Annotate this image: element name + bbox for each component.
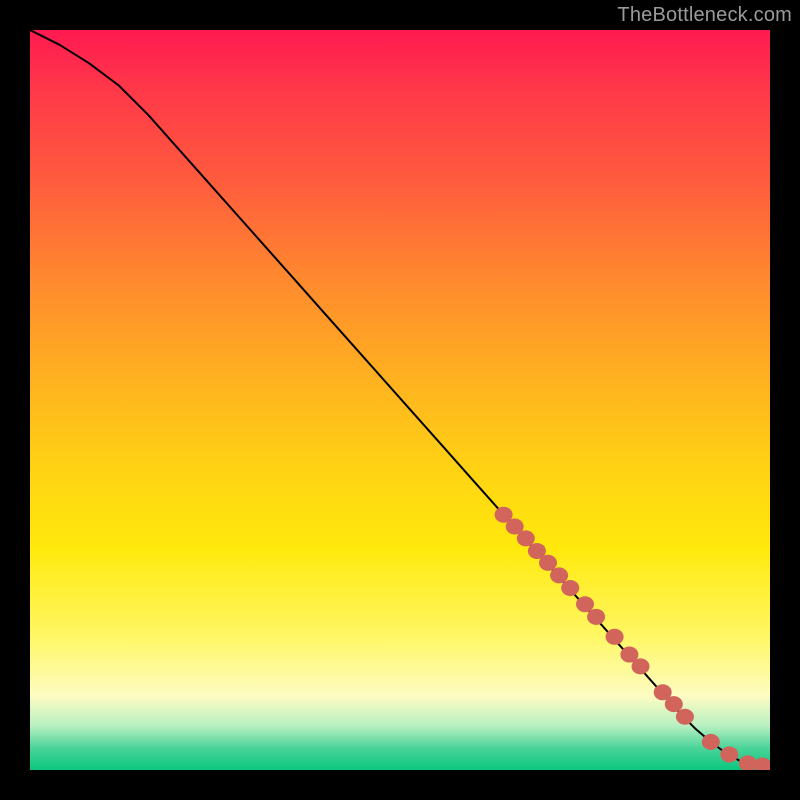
chart-frame: TheBottleneck.com <box>0 0 800 800</box>
plot-area <box>30 30 770 770</box>
data-marker <box>702 734 720 750</box>
data-marker <box>576 596 594 612</box>
data-marker <box>517 530 535 546</box>
data-curve <box>30 30 770 766</box>
data-marker <box>720 746 738 762</box>
data-marker <box>587 609 605 625</box>
attribution-text: TheBottleneck.com <box>617 4 792 27</box>
data-marker <box>754 758 770 770</box>
data-marker <box>665 696 683 712</box>
data-marker <box>676 709 694 725</box>
marker-group <box>495 507 770 770</box>
data-marker <box>632 658 650 674</box>
data-marker <box>550 567 568 583</box>
data-marker <box>561 580 579 596</box>
data-marker <box>539 555 557 571</box>
data-marker <box>606 629 624 645</box>
chart-overlay <box>30 30 770 770</box>
